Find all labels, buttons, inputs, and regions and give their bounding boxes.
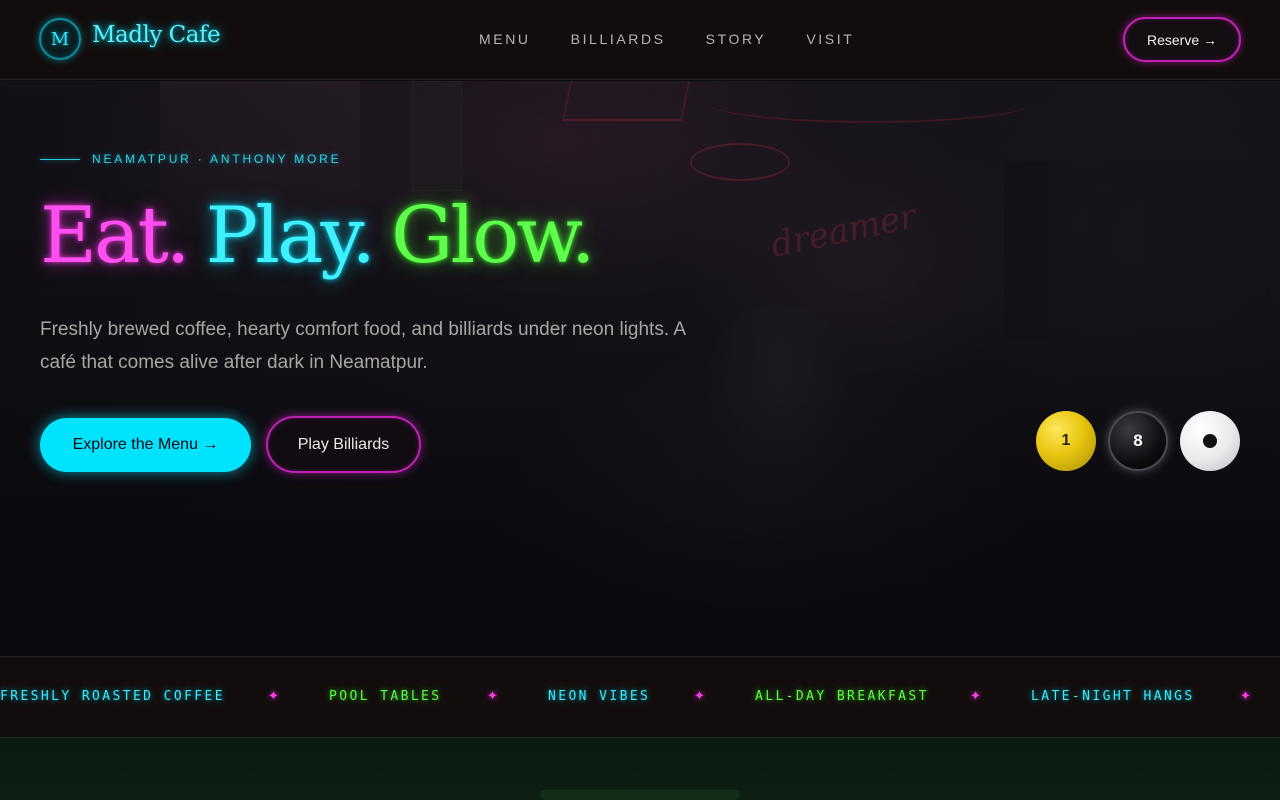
sparkle-icon: ✦ (694, 688, 705, 703)
marquee-item-pool: POOL TABLES (329, 689, 442, 704)
play-billiards-button[interactable]: Play Billiards (266, 416, 421, 473)
reserve-button[interactable]: Reserve → (1123, 17, 1241, 62)
marquee-item-breakfast: ALL-DAY BREAKFAST (755, 689, 929, 704)
nav-item-billiards[interactable]: BILLIARDS (571, 30, 666, 48)
nav-item-visit[interactable]: VISIT (806, 30, 854, 48)
sparkle-icon: ✦ (268, 688, 279, 703)
hero-section: dreamer NEAMATPUR · ANTHONY MORE Eat.Pla… (0, 81, 1280, 656)
billiard-ball-8-icon: 8 (1108, 411, 1168, 471)
feature-marquee: FRESHLY ROASTED COFFEE ✦ POOL TABLES ✦ N… (0, 656, 1280, 738)
eyebrow-text: NEAMATPUR · ANTHONY MORE (92, 152, 342, 166)
hero-headline: Eat. Play. Glow. (40, 186, 611, 286)
cue-ball-dot (1203, 434, 1217, 448)
nav-item-story[interactable]: STORY (706, 30, 767, 48)
hero-subtitle: Freshly brewed coffee, hearty comfort fo… (40, 319, 685, 373)
marquee-item-neon: NEON VIBES (548, 689, 651, 704)
logo-badge[interactable]: M (39, 18, 81, 60)
logo-text[interactable]: Madly Cafe (92, 22, 221, 48)
headline-word-glow: Glow. (391, 191, 596, 281)
billiard-ball-1-icon: 1 (1036, 411, 1096, 471)
cue-ball-icon (1180, 411, 1240, 471)
sparkle-icon: ✦ (1240, 688, 1251, 703)
marquee-item-coffee: FRESHLY ROASTED COFFEE (0, 689, 225, 704)
marquee-item-late-night: LATE-NIGHT HANGS (1031, 689, 1195, 704)
next-section-heading-faint (540, 790, 740, 800)
hero-eyebrow: NEAMATPUR · ANTHONY MORE (40, 152, 341, 166)
sparkle-icon: ✦ (970, 688, 981, 703)
sparkle-icon: ✦ (487, 688, 498, 703)
headline-word-play: Play. (205, 191, 376, 281)
explore-menu-button[interactable]: Explore the Menu → (40, 418, 251, 472)
next-section (0, 738, 1280, 800)
eyebrow-line (40, 158, 80, 160)
nav-item-menu[interactable]: MENU (479, 30, 531, 48)
site-header: M Madly Cafe MENU BILLIARDS STORY VISIT … (0, 0, 1280, 80)
main-nav: MENU BILLIARDS STORY VISIT (479, 30, 894, 48)
headline-word-eat: Eat. (40, 191, 191, 281)
